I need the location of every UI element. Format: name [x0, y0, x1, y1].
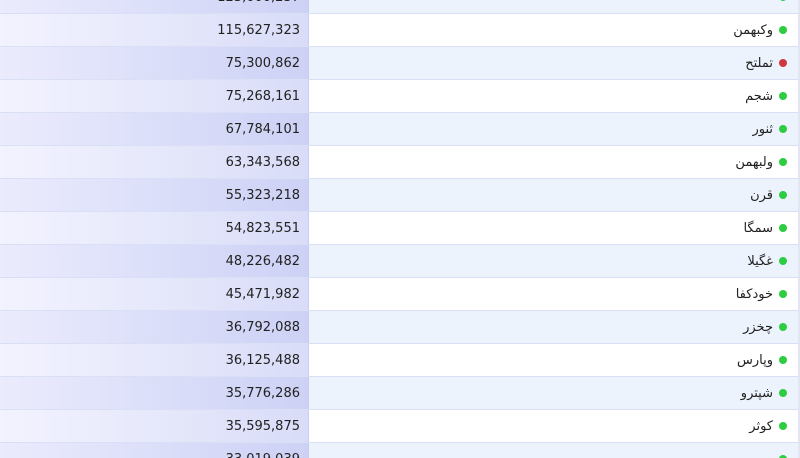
symbol-cell[interactable]: چخزر [309, 311, 800, 343]
symbol-name[interactable]: کوثر [749, 419, 773, 434]
stock-table: 123,000,237115,627,323 وکبهمن 75,300,862 تم… [0, 0, 800, 458]
symbol-cell[interactable]: غگیلا [309, 245, 800, 277]
symbol-cell[interactable]: ثنور [309, 113, 800, 145]
table-row[interactable]: 45,471,982 خودکفا [0, 278, 800, 311]
symbol-name[interactable]: تملتح [745, 56, 773, 71]
table-row[interactable]: 33,019,039 [0, 443, 800, 458]
status-dot-icon [779, 257, 787, 265]
symbol-cell[interactable]: وکبهمن [309, 14, 800, 46]
table-row[interactable]: 36,792,088 چخزر [0, 311, 800, 344]
table-row[interactable]: 35,595,875 کوثر [0, 410, 800, 443]
table-row[interactable]: 63,343,568 ولبهمن [0, 146, 800, 179]
value-cell: 35,776,286 [0, 377, 309, 409]
status-dot-icon [779, 92, 787, 100]
value-cell: 123,000,237 [0, 0, 309, 13]
symbol-name[interactable]: غگیلا [747, 254, 773, 269]
table-row[interactable]: 123,000,237 [0, 0, 800, 14]
symbol-name[interactable]: قرن [750, 188, 773, 203]
symbol-cell[interactable]: خودکفا [309, 278, 800, 310]
value-cell: 36,792,088 [0, 311, 309, 343]
value-cell: 63,343,568 [0, 146, 309, 178]
symbol-name[interactable]: چخزر [743, 320, 773, 335]
value-cell: 54,823,551 [0, 212, 309, 244]
symbol-cell[interactable]: شپترو [309, 377, 800, 409]
value-cell: 33,019,039 [0, 443, 309, 458]
symbol-cell[interactable] [309, 443, 800, 458]
status-dot-icon [779, 26, 787, 34]
symbol-name[interactable]: ثنور [752, 122, 773, 137]
value-cell: 45,471,982 [0, 278, 309, 310]
table-row[interactable]: 48,226,482 غگیلا [0, 245, 800, 278]
symbol-name[interactable]: شپترو [741, 386, 773, 401]
status-dot-icon [779, 0, 787, 1]
value-cell: 55,323,218 [0, 179, 309, 211]
status-dot-icon [779, 422, 787, 430]
status-dot-icon [779, 158, 787, 166]
status-dot-icon [779, 290, 787, 298]
value-cell: 75,300,862 [0, 47, 309, 79]
symbol-cell[interactable]: قرن [309, 179, 800, 211]
status-dot-icon [779, 323, 787, 331]
symbol-cell[interactable]: تملتح [309, 47, 800, 79]
symbol-name[interactable]: شجم [745, 89, 773, 104]
table-row[interactable]: 75,300,862 تملتح [0, 47, 800, 80]
status-dot-icon [779, 356, 787, 364]
table-row[interactable]: 54,823,551 سمگا [0, 212, 800, 245]
table-row[interactable]: 75,268,161 شجم [0, 80, 800, 113]
symbol-cell[interactable]: شجم [309, 80, 800, 112]
symbol-cell[interactable]: کوثر [309, 410, 800, 442]
status-dot-icon [779, 389, 787, 397]
value-cell: 75,268,161 [0, 80, 309, 112]
status-dot-icon [779, 224, 787, 232]
value-cell: 48,226,482 [0, 245, 309, 277]
symbol-name[interactable]: خودکفا [736, 287, 773, 302]
symbol-name[interactable]: وپارس [737, 353, 773, 368]
status-dot-icon [779, 191, 787, 199]
value-cell: 67,784,101 [0, 113, 309, 145]
status-dot-icon [779, 125, 787, 133]
table-row[interactable]: 36,125,488 وپارس [0, 344, 800, 377]
symbol-cell[interactable]: وپارس [309, 344, 800, 376]
table-row[interactable]: 67,784,101 ثنور [0, 113, 800, 146]
table-body: 123,000,237115,627,323 وکبهمن 75,300,862 تم… [0, 0, 800, 458]
value-cell: 35,595,875 [0, 410, 309, 442]
symbol-name[interactable]: سمگا [743, 221, 773, 236]
symbol-cell[interactable]: سمگا [309, 212, 800, 244]
value-cell: 36,125,488 [0, 344, 309, 376]
table-row[interactable]: 115,627,323 وکبهمن [0, 14, 800, 47]
value-cell: 115,627,323 [0, 14, 309, 46]
status-dot-icon [779, 59, 787, 67]
symbol-cell[interactable]: ولبهمن [309, 146, 800, 178]
symbol-cell[interactable] [309, 0, 800, 13]
table-row[interactable]: 55,323,218 قرن [0, 179, 800, 212]
table-row[interactable]: 35,776,286 شپترو [0, 377, 800, 410]
symbol-name[interactable]: وکبهمن [733, 23, 773, 38]
symbol-name[interactable]: ولبهمن [735, 155, 773, 170]
